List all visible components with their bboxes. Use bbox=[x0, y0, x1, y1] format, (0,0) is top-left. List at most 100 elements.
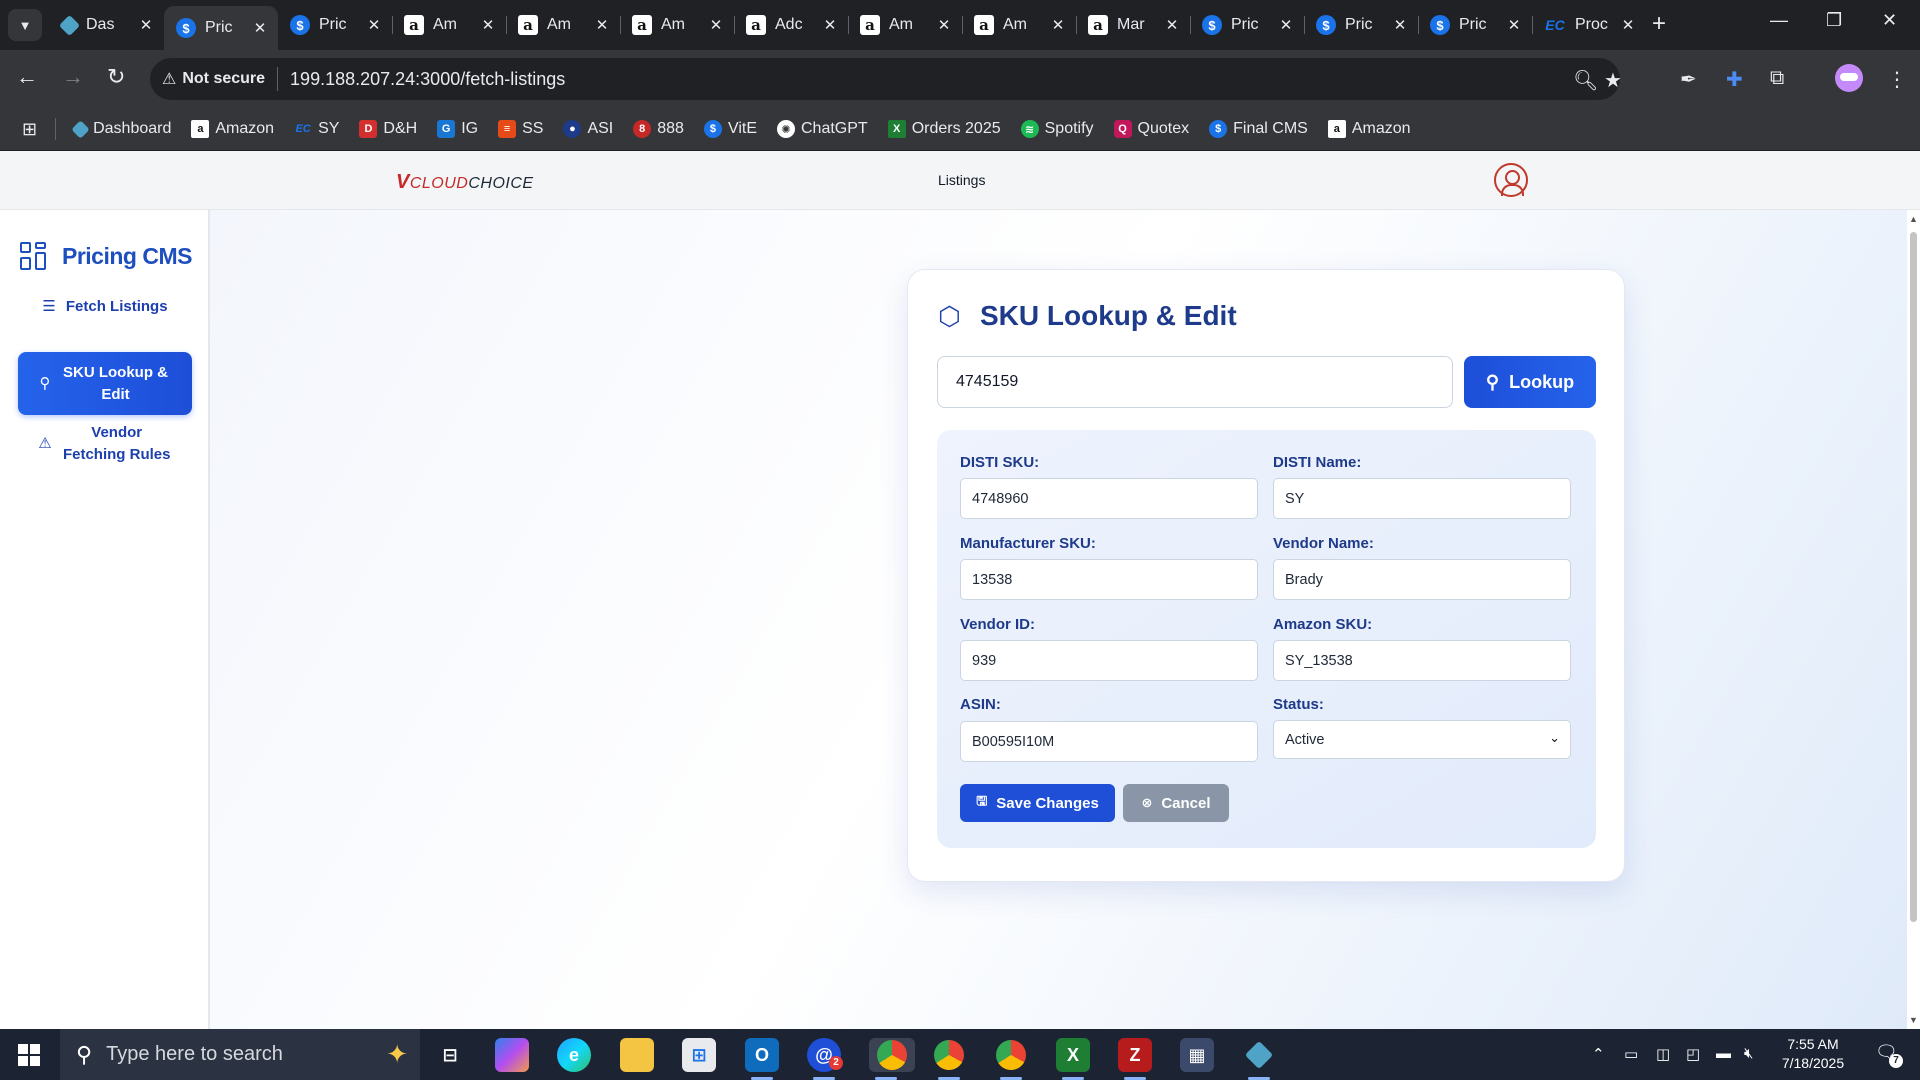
bookmark-item[interactable]: a Amazon bbox=[191, 120, 274, 138]
back-arrow-icon[interactable]: ← bbox=[16, 66, 38, 88]
close-icon[interactable]: ✕ bbox=[480, 16, 496, 34]
browser-tab[interactable]: a Am ✕ bbox=[392, 6, 506, 44]
tab-search-chevron-icon[interactable]: ▼ bbox=[8, 9, 42, 41]
sku-search-input[interactable] bbox=[937, 356, 1453, 408]
new-tab-plus-icon[interactable]: + bbox=[1652, 12, 1666, 36]
tray-meet-icon[interactable]: ◰ bbox=[1686, 1045, 1700, 1063]
amazon-sku-field[interactable] bbox=[1273, 640, 1571, 681]
bookmark-item[interactable]: D D&H bbox=[359, 120, 417, 138]
mail-app-icon[interactable]: @2 bbox=[807, 1038, 843, 1080]
scroll-thumb[interactable] bbox=[1910, 232, 1917, 922]
bookmark-item[interactable]: EC SY bbox=[294, 120, 339, 138]
tray-camera-icon[interactable]: ◫ bbox=[1656, 1045, 1670, 1063]
url-text[interactable]: 199.188.207.24:3000/fetch-listings bbox=[290, 69, 565, 90]
scroll-down-icon[interactable]: ▼ bbox=[1909, 1015, 1918, 1025]
close-icon[interactable]: ✕ bbox=[1050, 16, 1066, 34]
chrome-icon[interactable] bbox=[932, 1038, 966, 1080]
bookmark-item[interactable]: a Amazon bbox=[1327, 120, 1411, 138]
extension-feather-icon[interactable]: ✒ bbox=[1680, 67, 1697, 92]
browser-tab[interactable]: a Am ✕ bbox=[962, 6, 1076, 44]
close-icon[interactable]: ✕ bbox=[252, 19, 268, 37]
vendor-id-field[interactable] bbox=[960, 640, 1258, 681]
brand-logo[interactable]: VCLOUDCHOICE bbox=[396, 171, 534, 194]
browser-tab[interactable]: a Am ✕ bbox=[506, 6, 620, 44]
page-scrollbar[interactable]: ▲ ▼ bbox=[1907, 210, 1920, 1029]
disti-sku-field[interactable] bbox=[960, 478, 1258, 519]
tray-network-icon[interactable]: ▭ bbox=[1624, 1045, 1638, 1063]
reload-icon[interactable]: ↻ bbox=[107, 66, 125, 88]
close-icon[interactable]: ✕ bbox=[822, 16, 838, 34]
close-icon[interactable]: ✕ bbox=[1506, 16, 1522, 34]
tray-battery-icon[interactable]: ▬ bbox=[1716, 1045, 1731, 1062]
restore-icon[interactable]: ❐ bbox=[1826, 10, 1842, 31]
zoom-icon[interactable]: 🔍︎ bbox=[1573, 68, 1598, 93]
browser-tab[interactable]: $ Pric ✕ bbox=[278, 6, 392, 44]
menu-kebab-icon[interactable]: ⋮ bbox=[1887, 67, 1907, 92]
address-bar[interactable]: ⚠ Not secure 199.188.207.24:3000/fetch-li… bbox=[150, 58, 1622, 100]
minimize-icon[interactable]: — bbox=[1770, 10, 1788, 31]
close-icon[interactable]: ✕ bbox=[138, 16, 154, 34]
extension-shield-icon[interactable]: ✚ bbox=[1726, 67, 1743, 92]
bookmark-item[interactable]: $ VitE bbox=[703, 120, 757, 138]
close-icon[interactable]: ✕ bbox=[1278, 16, 1294, 34]
close-icon[interactable]: ✕ bbox=[1620, 16, 1636, 34]
copilot-app-icon[interactable] bbox=[495, 1038, 529, 1072]
browser-tab[interactable]: $ Pric ✕ bbox=[1304, 6, 1418, 44]
excel-icon[interactable]: X bbox=[1056, 1038, 1090, 1080]
browser-tab[interactable]: Das ✕ bbox=[50, 6, 164, 44]
windows-start-icon[interactable] bbox=[18, 1044, 40, 1066]
browser-tab[interactable]: a Am ✕ bbox=[848, 6, 962, 44]
calculator-icon[interactable]: ▦ bbox=[1180, 1038, 1214, 1072]
close-icon[interactable]: ✕ bbox=[936, 16, 952, 34]
sidebar-item-sku-lookup[interactable]: ⚲ SKU Lookup & Edit bbox=[18, 352, 192, 415]
extensions-puzzle-icon[interactable]: ⧉ bbox=[1770, 67, 1784, 90]
sidebar-item-vendor-rules[interactable]: ⚠ Vendor Fetching Rules bbox=[18, 420, 192, 468]
bookmark-item[interactable]: ≋ Spotify bbox=[1020, 120, 1094, 138]
close-icon[interactable]: ✕ bbox=[1392, 16, 1408, 34]
bookmark-item[interactable]: ≡ SS bbox=[498, 120, 543, 138]
browser-tab-active[interactable]: $ Pric ✕ bbox=[164, 6, 278, 50]
browser-tab[interactable]: a Mar ✕ bbox=[1076, 6, 1190, 44]
status-select[interactable]: Active ⌄ bbox=[1273, 720, 1571, 759]
outlook-icon[interactable]: O bbox=[745, 1038, 779, 1080]
user-profile-icon[interactable] bbox=[1494, 163, 1528, 197]
close-icon[interactable]: ✕ bbox=[1164, 16, 1180, 34]
disti-name-field[interactable] bbox=[1273, 478, 1571, 519]
chrome-profile-icon[interactable] bbox=[869, 1038, 915, 1080]
bookmark-item[interactable]: G IG bbox=[437, 120, 478, 138]
microsoft-store-icon[interactable]: ⊞ bbox=[682, 1038, 716, 1072]
profile-avatar[interactable] bbox=[1835, 64, 1863, 92]
bookmark-item[interactable]: ● ASI bbox=[563, 120, 613, 138]
chrome-icon[interactable] bbox=[994, 1038, 1028, 1080]
nav-link-listings[interactable]: Listings bbox=[938, 172, 985, 188]
bookmark-item[interactable]: Q Quotex bbox=[1113, 120, 1189, 138]
dashboard-app-icon[interactable] bbox=[1242, 1038, 1276, 1080]
bookmark-item[interactable]: X Orders 2025 bbox=[887, 120, 1001, 138]
sidebar-item-fetch-listings[interactable]: ☰ Fetch Listings bbox=[18, 290, 192, 324]
browser-tab[interactable]: EC Proc ✕ bbox=[1532, 6, 1646, 44]
tray-chevron-up-icon[interactable]: ⌃ bbox=[1592, 1045, 1605, 1063]
browser-tab[interactable]: a Adc ✕ bbox=[734, 6, 848, 44]
bookmark-star-icon[interactable]: ★ bbox=[1604, 68, 1622, 93]
browser-tab[interactable]: $ Pric ✕ bbox=[1418, 6, 1532, 44]
taskbar-clock[interactable]: 7:55 AM 7/18/2025 bbox=[1768, 1035, 1858, 1073]
asin-field[interactable] bbox=[960, 721, 1258, 762]
browser-tab[interactable]: a Am ✕ bbox=[620, 6, 734, 44]
bookmark-item[interactable]: ✺ ChatGPT bbox=[777, 120, 868, 138]
bookmark-item[interactable]: 8 888 bbox=[633, 120, 684, 138]
window-close-icon[interactable]: ✕ bbox=[1882, 10, 1897, 31]
close-icon[interactable]: ✕ bbox=[708, 16, 724, 34]
taskbar-search-box[interactable]: ⚲ Type here to search ✦ bbox=[60, 1029, 420, 1080]
copilot-sparkle-icon[interactable]: ✦ bbox=[386, 1039, 408, 1070]
tray-volume-muted-icon[interactable]: 🔇︎ bbox=[1744, 1045, 1753, 1062]
bookmark-item[interactable]: Dashboard bbox=[71, 119, 171, 139]
vendor-name-field[interactable] bbox=[1273, 559, 1571, 600]
save-button[interactable]: 🖫 Save Changes bbox=[960, 784, 1115, 822]
manufacturer-sku-field[interactable] bbox=[960, 559, 1258, 600]
forward-arrow-icon[interactable]: → bbox=[62, 66, 84, 88]
apps-grid-icon[interactable]: ⊞ bbox=[22, 119, 37, 140]
close-icon[interactable]: ✕ bbox=[594, 16, 610, 34]
filezilla-icon[interactable]: Z bbox=[1118, 1038, 1152, 1080]
close-icon[interactable]: ✕ bbox=[366, 16, 382, 34]
file-explorer-icon[interactable] bbox=[620, 1038, 654, 1072]
